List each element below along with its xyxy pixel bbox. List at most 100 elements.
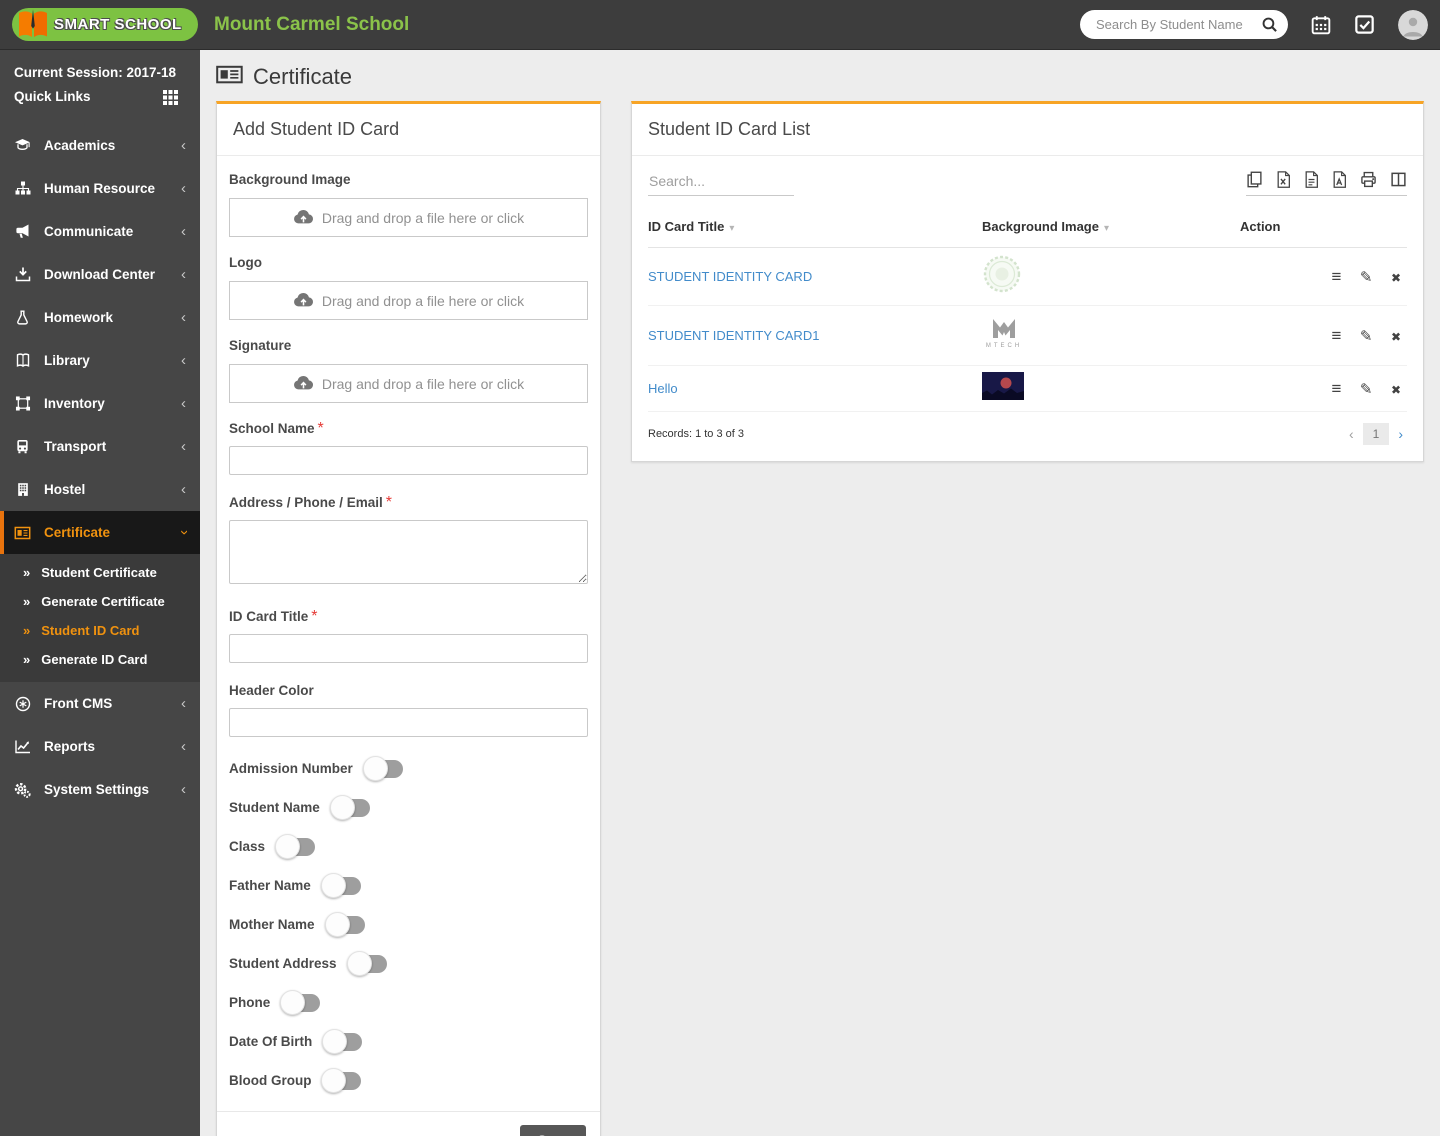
list-panel-title: Student ID Card List [632,104,1423,156]
chevron-left-icon: ‹ [181,395,186,412]
grid-icon[interactable] [163,89,178,105]
certificate-page-icon [216,64,243,90]
student-search-input[interactable] [1094,16,1261,33]
id-card-title-field[interactable] [229,634,588,663]
sidebar-item-download-center[interactable]: Download Center ‹ [0,253,200,296]
edit-pencil-icon[interactable]: ✎ [1360,380,1373,398]
csv-export-icon[interactable] [1304,171,1319,188]
school-name-field[interactable] [229,446,588,475]
sidebar-item-homework[interactable]: Homework ‹ [0,296,200,339]
sidebar-item-certificate[interactable]: Certificate ‹ [0,511,200,554]
search-icon[interactable] [1261,16,1278,33]
edit-pencil-icon[interactable]: ✎ [1360,327,1373,345]
student-name-toggle[interactable] [329,794,370,820]
quick-links-row[interactable]: Quick Links [14,85,186,109]
required-asterisk: * [385,494,393,511]
class-toggle[interactable] [275,833,316,859]
blood-group-row: Blood Group [229,1067,588,1093]
date-of-birth-row: Date Of Birth [229,1028,588,1054]
signature-label: Signature [229,338,292,353]
pagination-prev-icon[interactable]: ‹ [1349,426,1354,442]
smart-school-logo: SMART SCHOOL [12,8,198,41]
row-menu-icon[interactable]: ≡ [1332,379,1342,399]
delete-x-icon[interactable]: ✖ [1391,383,1401,397]
sidebar-subitem-generate-id-card[interactable]: » Generate ID Card [0,645,200,674]
sidebar-item-library[interactable]: Library ‹ [0,339,200,382]
admission-number-toggle[interactable] [362,755,403,781]
mtech-logo-text: MTECH [986,343,1022,349]
background-image-group: Background Image Drag and drop a file he… [229,171,588,237]
page-title: Certificate [253,64,353,89]
toggle-knob [324,911,350,937]
sidebar-item-academics[interactable]: Academics ‹ [0,124,200,167]
logo-dropzone[interactable]: Drag and drop a file here or click [229,281,588,320]
session-block: Current Session: 2017-18 Quick Links [0,50,200,118]
print-icon[interactable] [1360,171,1377,188]
phone-toggle[interactable] [280,989,321,1015]
id-card-title-link[interactable]: STUDENT IDENTITY CARD [648,269,812,284]
sidebar-menu: Academics ‹ Human Resource ‹ Communicate… [0,124,200,811]
signature-dropzone[interactable]: Drag and drop a file here or click [229,364,588,403]
user-avatar[interactable] [1398,9,1428,40]
pagination-page-1[interactable]: 1 [1362,423,1390,445]
chevron-left-icon: ‹ [181,738,186,755]
sidebar-subitem-student-certificate[interactable]: » Student Certificate [0,558,200,587]
pdf-export-icon[interactable] [1332,171,1347,188]
father-name-toggle[interactable] [320,872,361,898]
delete-x-icon[interactable]: ✖ [1391,271,1401,285]
sidebar-item-communicate[interactable]: Communicate ‹ [0,210,200,253]
toggle-knob [322,1028,348,1054]
chevron-left-icon: ‹ [181,137,186,154]
sidebar-item-inventory[interactable]: Inventory ‹ [0,382,200,425]
sidebar-item-transport[interactable]: Transport ‹ [0,425,200,468]
sidebar-subitem-generate-certificate[interactable]: » Generate Certificate [0,587,200,616]
edit-pencil-icon[interactable]: ✎ [1360,268,1373,286]
signature-group: Signature Drag and drop a file here or c… [229,337,588,403]
delete-x-icon[interactable]: ✖ [1391,330,1401,344]
pagination-next-icon[interactable]: › [1398,426,1403,442]
table-search-input[interactable] [648,170,794,196]
id-card-title-group: ID Card Title * [229,608,588,682]
toggle-knob [346,950,372,976]
save-button[interactable]: Save [520,1125,586,1136]
copy-icon[interactable] [1246,171,1263,188]
sidebar-item-system-settings[interactable]: System Settings ‹ [0,768,200,811]
sidebar-item-human-resource[interactable]: Human Resource ‹ [0,167,200,210]
excel-export-icon[interactable] [1276,171,1291,188]
list-toolbar-row [648,170,1407,196]
address-label: Address / Phone / Email [229,495,383,510]
address-field[interactable] [229,520,588,584]
sidebar-item-front-cms[interactable]: Front CMS ‹ [0,682,200,725]
header-color-field[interactable] [229,708,588,737]
moon-photo-image [981,372,1024,404]
sidebar-subitem-student-id-card[interactable]: » Student ID Card [0,616,200,645]
sidebar-item-hostel[interactable]: Hostel ‹ [0,468,200,511]
row-menu-icon[interactable]: ≡ [1332,267,1342,287]
sidebar-item-reports[interactable]: Reports ‹ [0,725,200,768]
columns-icon[interactable] [1390,171,1407,188]
bullhorn-icon [14,224,31,239]
student-name-row: Student Name [229,794,588,820]
tasks-check-icon[interactable] [1354,14,1375,35]
bus-icon [14,439,31,454]
graduation-cap-icon [14,138,31,153]
mother-name-toggle[interactable] [324,911,365,937]
class-label: Class [229,839,266,854]
id-card-title-link[interactable]: STUDENT IDENTITY CARD1 [648,328,819,343]
row-menu-icon[interactable]: ≡ [1332,326,1342,346]
phone-row: Phone [229,989,588,1015]
date-of-birth-toggle[interactable] [322,1028,363,1054]
sort-icon: ▾ [1103,223,1110,234]
id-card-title-link[interactable]: Hello [648,381,678,396]
green-seal-image [982,255,1022,298]
brand-area[interactable]: SMART SCHOOL [0,0,200,50]
background-image-dropzone[interactable]: Drag and drop a file here or click [229,198,588,237]
table-header-row: ID Card Title ▾ Background Image ▾ Action [648,211,1407,248]
calendar-icon[interactable] [1311,15,1331,35]
blood-group-toggle[interactable] [321,1067,362,1093]
certificate-submenu: » Student Certificate » Generate Certifi… [0,554,200,682]
column-background-image[interactable]: Background Image ▾ [981,211,1240,248]
column-id-card-title[interactable]: ID Card Title ▾ [648,211,982,248]
address-group: Address / Phone / Email * [229,494,588,608]
student-address-toggle[interactable] [346,950,387,976]
